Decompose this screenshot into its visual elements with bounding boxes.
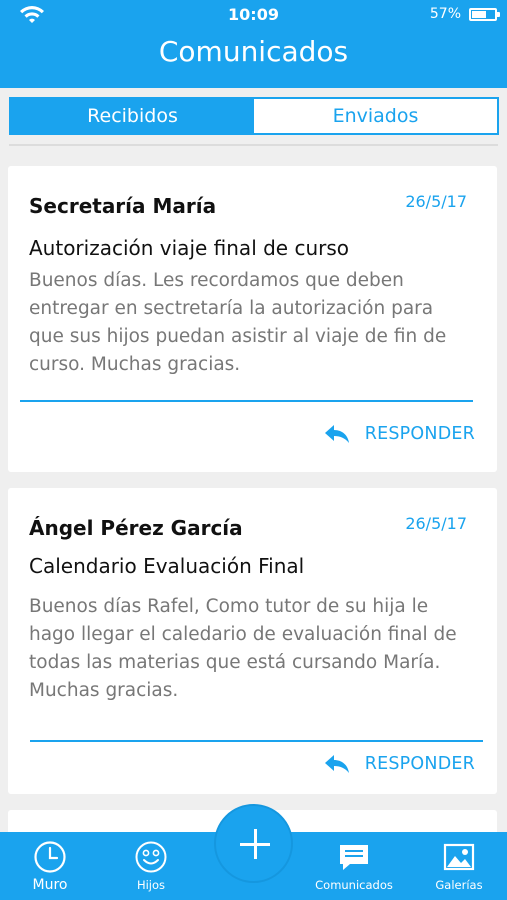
page-title: Comunicados [158, 35, 349, 68]
card-divider [30, 740, 483, 742]
tabbar-item-comunicados[interactable]: Comunicados [309, 840, 399, 892]
tabbar-item-galerias[interactable]: Galerías [414, 840, 504, 892]
segmented-control: Recibidos Enviados [9, 97, 499, 135]
message-subject: Autorización viaje final de curso [29, 236, 350, 260]
smiley-icon [135, 841, 167, 873]
tabbar-label: Muro [32, 877, 68, 893]
reply-button[interactable]: RESPONDER [323, 752, 475, 776]
status-bar: 10:09 57% [0, 0, 507, 30]
message-sender: Secretaría María [29, 194, 217, 218]
battery-icon [469, 8, 500, 21]
reply-icon [324, 425, 349, 443]
tabbar-item-hijos[interactable]: Hijos [106, 840, 196, 892]
battery-percentage: 57% [429, 6, 461, 22]
reply-button[interactable]: RESPONDER [323, 422, 475, 446]
message-body: Buenos días Rafel, Como tutor de su hija… [29, 596, 457, 701]
divider [9, 144, 498, 146]
message-sender: Ángel Pérez García [29, 516, 243, 540]
message-date: 26/5/17 [405, 514, 467, 533]
message-subject: Calendario Evaluación Final [29, 554, 305, 578]
tab-recibidos[interactable]: Recibidos [11, 99, 254, 133]
chat-icon [340, 845, 368, 870]
clock-icon [34, 841, 66, 873]
message-card[interactable]: Ángel Pérez García 26/5/17 Calendario Ev… [8, 488, 497, 794]
message-date: 26/5/17 [405, 192, 467, 211]
message-card[interactable]: Secretaría María 26/5/17 Autorización vi… [8, 166, 497, 472]
reply-label: RESPONDER [364, 424, 475, 444]
card-divider [20, 400, 473, 402]
app-header: 10:09 57% Comunicados [0, 0, 507, 88]
gallery-icon [443, 843, 475, 871]
message-body: Buenos días. Les recordamos que deben en… [29, 270, 447, 375]
new-message-button[interactable] [214, 804, 293, 883]
tabbar-label: Galerías [435, 878, 483, 892]
segmented-control-bar: Recibidos Enviados [0, 88, 507, 146]
reply-label: RESPONDER [364, 754, 475, 774]
reply-icon [324, 755, 349, 773]
tabbar-item-muro[interactable]: Muro [5, 840, 95, 893]
tabbar-label: Hijos [136, 878, 166, 892]
tabbar-label: Comunicados [315, 878, 393, 892]
tab-enviados[interactable]: Enviados [254, 99, 497, 133]
